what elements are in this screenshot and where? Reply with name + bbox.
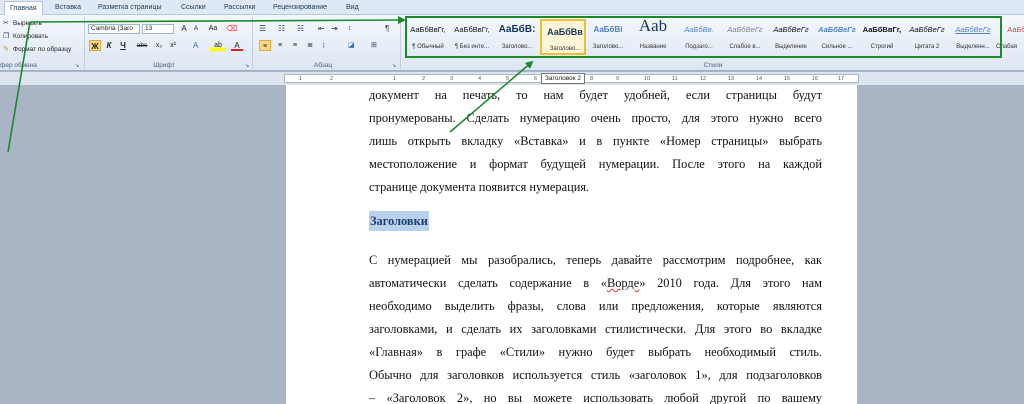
annotation-line xyxy=(7,21,31,153)
annotation-arrow xyxy=(29,16,406,25)
word-window: Главная Вставка Разметка страницы Ссылки… xyxy=(0,0,1024,404)
annotation-arrow xyxy=(449,60,534,133)
styles-highlight-box xyxy=(405,16,1002,58)
annotation-overlay xyxy=(7,16,1002,153)
